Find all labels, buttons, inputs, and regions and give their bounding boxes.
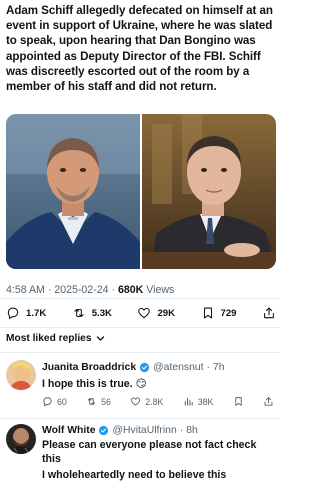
repost-button[interactable]: 5.3K (72, 306, 112, 320)
reply-action-bar: 60 56 2.8K 38K (42, 396, 274, 407)
bookmark-button[interactable] (233, 396, 244, 407)
meta-separator: · (47, 284, 52, 296)
tweet-meta: 4:58 AM · 2025-02-24 · 680K Views (6, 284, 174, 296)
heart-icon (131, 397, 141, 406)
like-count: 2.8K (145, 396, 164, 407)
like-button[interactable]: 2.8K (130, 396, 163, 407)
tweet-action-bar: 1.7K 5.3K 29K 729 (6, 304, 276, 322)
reply-header: Wolf White @HvitaUlfrinn · 8h (42, 425, 198, 436)
reply-separator: · (206, 362, 211, 373)
divider (0, 298, 280, 299)
reply-author-handle[interactable]: @atensnut (153, 362, 203, 373)
reply-time[interactable]: 8h (186, 425, 198, 436)
reply-sort-selector[interactable]: Most liked replies (6, 333, 105, 344)
reply-button[interactable]: 1.7K (6, 306, 46, 320)
reply-text-line-1: Please can everyone please not fact chec… (42, 439, 257, 465)
repost-button[interactable]: 56 (86, 396, 111, 407)
reply-icon (7, 307, 19, 320)
reply-author-name[interactable]: Juanita Broaddrick (42, 362, 136, 373)
reply-separator: · (179, 425, 184, 436)
verified-badge-icon (99, 425, 109, 436)
share-button[interactable] (263, 396, 274, 407)
tweet-time[interactable]: 4:58 AM (6, 284, 45, 296)
reply-time[interactable]: 7h (213, 362, 225, 373)
share-icon (264, 307, 274, 319)
avatar[interactable] (6, 360, 36, 390)
reply-text: I hope this is true. 😏 (42, 378, 147, 390)
avatar[interactable] (6, 424, 36, 454)
reply-text-line-2: I wholeheartedly need to believe this (42, 469, 227, 481)
reply-author-handle[interactable]: @HvitaUlfrinn (112, 425, 176, 436)
reply-icon (43, 397, 52, 407)
verified-badge-icon (140, 362, 150, 373)
repost-count: 5.3K (91, 307, 112, 319)
tweet-text: Adam Schiff allegedly defecated on himse… (6, 4, 273, 94)
like-button[interactable]: 29K (137, 306, 175, 320)
photo-schiff-illustration (142, 114, 276, 269)
share-icon (264, 397, 273, 406)
bookmark-icon (234, 397, 242, 406)
repost-count: 56 (101, 396, 111, 407)
heart-icon (138, 307, 151, 319)
views-label: Views (146, 284, 175, 296)
reply-item[interactable]: Juanita Broaddrick @atensnut · 7h I hope… (0, 358, 280, 416)
repost-icon (87, 398, 96, 405)
repost-icon (74, 308, 84, 318)
divider (0, 327, 280, 328)
bookmark-button[interactable]: 729 (201, 306, 237, 320)
views-count: 680K (117, 284, 144, 296)
tweet-media[interactable] (6, 114, 276, 269)
views-button[interactable]: 38K (183, 396, 214, 407)
meta-separator: · (111, 284, 115, 296)
reply-author-name[interactable]: Wolf White (42, 425, 95, 436)
reply-header: Juanita Broaddrick @atensnut · 7h (42, 362, 225, 373)
bookmark-count: 729 (220, 307, 237, 319)
sort-label: Most liked replies (6, 333, 92, 344)
reply-button[interactable]: 60 (42, 396, 67, 407)
photo-left[interactable] (6, 114, 140, 269)
chevron-down-icon (96, 336, 104, 341)
reply-item[interactable]: Wolf White @HvitaUlfrinn · 8h Please can… (0, 422, 280, 500)
like-count: 29K (157, 307, 176, 319)
reply-count: 1.7K (26, 307, 47, 319)
bookmark-icon (203, 307, 212, 319)
views-count: 38K (197, 396, 214, 407)
share-button[interactable] (262, 306, 276, 320)
reply-count: 60 (57, 396, 67, 407)
photo-bongino-illustration (6, 114, 140, 269)
divider (0, 418, 280, 419)
tweet-date[interactable]: 2025-02-24 (54, 284, 108, 296)
analytics-icon (184, 397, 193, 406)
photo-right[interactable] (142, 114, 276, 269)
divider (0, 352, 280, 353)
